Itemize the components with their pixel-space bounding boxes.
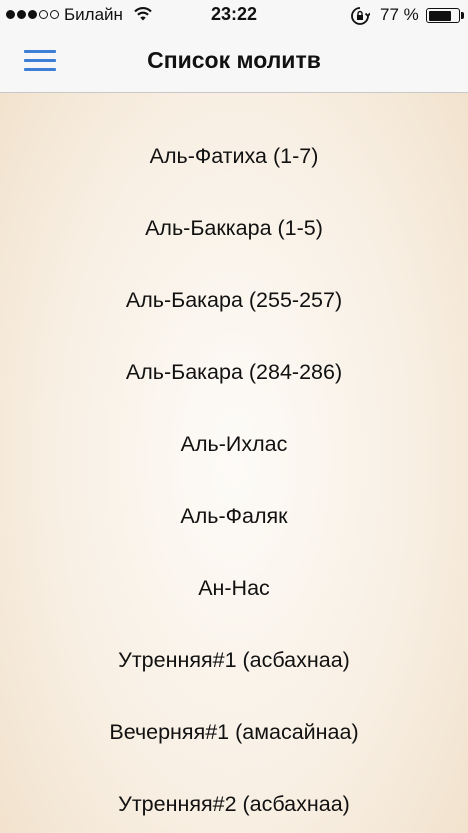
page-title: Список молитв bbox=[147, 47, 321, 73]
list-item-prayer[interactable]: Аль-Ихлас bbox=[0, 408, 468, 480]
list-item-prayer[interactable]: Утренняя#2 (асбахнаа) bbox=[0, 768, 468, 833]
list-item-prayer[interactable]: Ан-Нас bbox=[0, 552, 468, 624]
battery-icon bbox=[426, 8, 460, 23]
list-item-prayer[interactable]: Аль-Баккара (1-5) bbox=[0, 192, 468, 264]
status-bar: Билайн 23:22 77 % bbox=[0, 0, 468, 30]
prayer-list: Аль-Фатиха (1-7) Аль-Баккара (1-5) Аль-Б… bbox=[0, 120, 468, 833]
list-item-prayer[interactable]: Аль-Фаляк bbox=[0, 480, 468, 552]
navigation-bar: Список молитв bbox=[0, 30, 468, 93]
battery-fill bbox=[428, 10, 451, 21]
list-item-prayer[interactable]: Утренняя#1 (асбахнаа) bbox=[0, 624, 468, 696]
list-item-prayer[interactable]: Аль-Фатиха (1-7) bbox=[0, 120, 468, 192]
app-screen: Билайн 23:22 77 % Список молитв Аль-Фати… bbox=[0, 0, 468, 833]
list-item-prayer[interactable]: Вечерняя#1 (амасайнаа) bbox=[0, 696, 468, 768]
battery-percent: 77 % bbox=[380, 5, 419, 24]
battery-tip bbox=[461, 12, 464, 19]
list-item-prayer[interactable]: Аль-Бакара (284-286) bbox=[0, 336, 468, 408]
list-item-prayer[interactable]: Аль-Бакара (255-257) bbox=[0, 264, 468, 336]
rotation-lock-icon bbox=[350, 6, 371, 31]
